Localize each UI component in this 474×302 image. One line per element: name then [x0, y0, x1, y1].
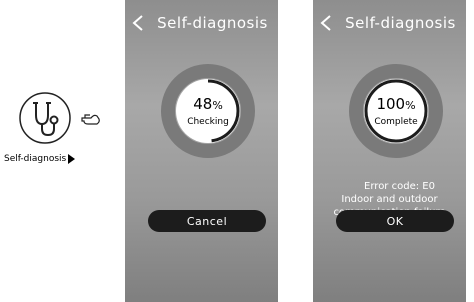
- progress-percent: 100%: [376, 94, 416, 113]
- progress-percent: 48%: [193, 94, 223, 113]
- progress-ring: 100% Complete: [349, 64, 443, 158]
- pointing-hand-icon: [80, 110, 102, 128]
- page-title: Self-diagnosis: [345, 14, 456, 32]
- self-diagnosis-text: Self-diagnosis: [4, 154, 67, 164]
- self-diagnosis-label[interactable]: Self-diagnosis: [4, 154, 76, 164]
- progress-status: Complete: [374, 116, 418, 127]
- ok-button[interactable]: OK: [336, 210, 454, 232]
- screen-complete: Self-diagnosis 100% Complete Error code:…: [313, 0, 466, 302]
- cancel-button[interactable]: Cancel: [148, 210, 266, 232]
- page-title: Self-diagnosis: [157, 14, 268, 32]
- error-code: Error code: E0: [364, 181, 435, 192]
- stethoscope-icon[interactable]: [18, 91, 72, 145]
- progress-status: Checking: [187, 116, 229, 127]
- error-description-line1: Indoor and outdoor: [341, 194, 438, 205]
- screen-checking: Self-diagnosis 48% Checking Cancel: [125, 0, 278, 302]
- progress-ring: 48% Checking: [161, 64, 255, 158]
- play-triangle-icon: [68, 154, 76, 164]
